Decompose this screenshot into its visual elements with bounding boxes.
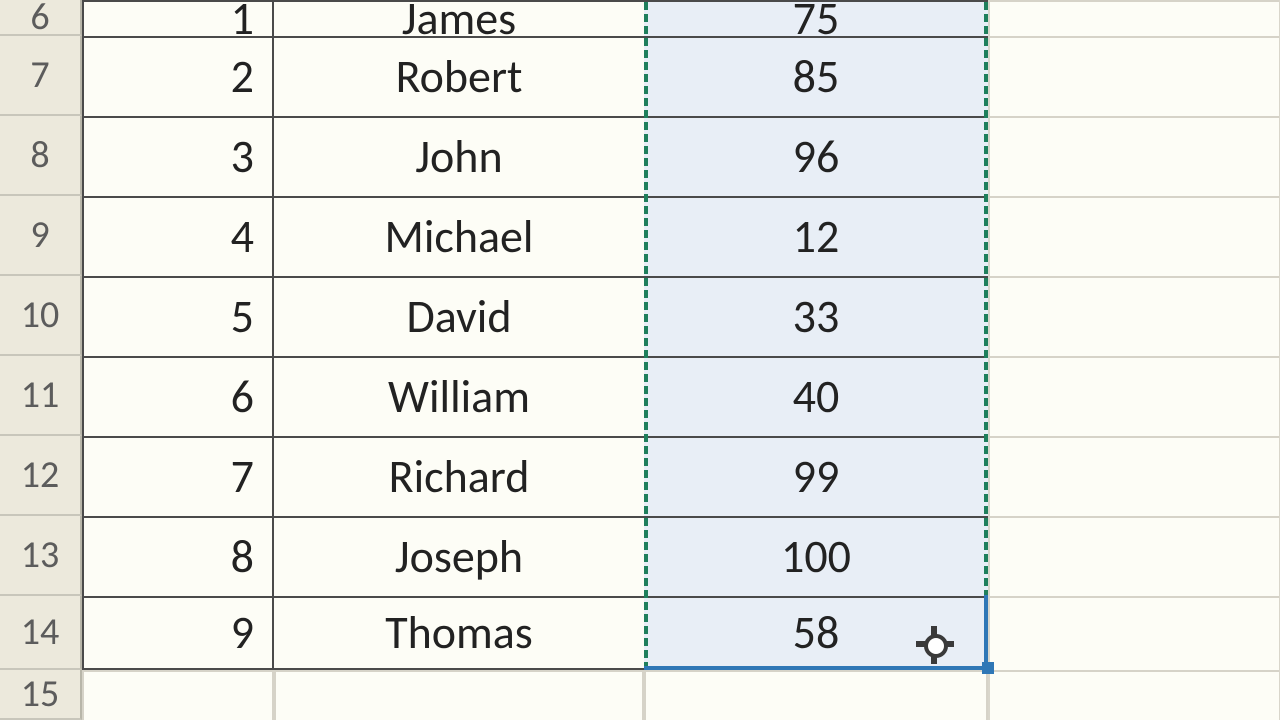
row-header[interactable]: 11 xyxy=(0,356,82,436)
cell-empty[interactable] xyxy=(988,596,1280,670)
table-row: 10 5 David 33 xyxy=(0,276,1280,356)
gridline xyxy=(988,0,990,720)
cell-empty[interactable] xyxy=(82,670,274,720)
cell-index[interactable]: 3 xyxy=(82,116,274,196)
cell-empty[interactable] xyxy=(988,36,1280,116)
table-row: 14 9 Thomas 58 xyxy=(0,596,1280,670)
cell-name[interactable]: John xyxy=(274,116,644,196)
row-header[interactable]: 14 xyxy=(0,596,82,670)
cell-name[interactable]: Thomas xyxy=(274,596,644,670)
cell-empty[interactable] xyxy=(644,670,988,720)
cell-name[interactable]: Richard xyxy=(274,436,644,516)
cell-score[interactable]: 40 xyxy=(644,356,988,436)
cell-empty[interactable] xyxy=(988,516,1280,596)
table-row: 11 6 William 40 xyxy=(0,356,1280,436)
cell-score[interactable]: 96 xyxy=(644,116,988,196)
cell-index[interactable]: 9 xyxy=(82,596,274,670)
cell-index[interactable]: 7 xyxy=(82,436,274,516)
cell-index[interactable]: 8 xyxy=(82,516,274,596)
cell-score[interactable]: 75 xyxy=(644,0,988,36)
cell-name[interactable]: Robert xyxy=(274,36,644,116)
cell-name[interactable]: James xyxy=(274,0,644,36)
cell-score[interactable]: 33 xyxy=(644,276,988,356)
row-header[interactable]: 7 xyxy=(0,36,82,116)
cell-index[interactable]: 5 xyxy=(82,276,274,356)
cell-empty[interactable] xyxy=(988,196,1280,276)
table-row: 7 2 Robert 85 xyxy=(0,36,1280,116)
cell-index[interactable]: 1 xyxy=(82,0,274,36)
cell-name[interactable]: Michael xyxy=(274,196,644,276)
cell-empty[interactable] xyxy=(988,0,1280,36)
row-header[interactable]: 13 xyxy=(0,516,82,596)
fill-handle[interactable] xyxy=(982,662,994,674)
cell-empty[interactable] xyxy=(274,670,644,720)
row-header[interactable]: 10 xyxy=(0,276,82,356)
row-header[interactable]: 15 xyxy=(0,670,82,720)
cell-score[interactable]: 100 xyxy=(644,516,988,596)
cell-score[interactable]: 12 xyxy=(644,196,988,276)
cell-empty[interactable] xyxy=(988,276,1280,356)
cell-cursor-icon xyxy=(918,628,954,664)
cell-score[interactable]: 85 xyxy=(644,36,988,116)
cell-name[interactable]: Joseph xyxy=(274,516,644,596)
row-header[interactable]: 6 xyxy=(0,0,82,36)
cell-index[interactable]: 4 xyxy=(82,196,274,276)
table-row: 8 3 John 96 xyxy=(0,116,1280,196)
spreadsheet-viewport[interactable]: 6 1 James 75 7 2 Robert 85 8 3 John 96 9… xyxy=(0,0,1280,720)
cell-index[interactable]: 6 xyxy=(82,356,274,436)
cell-name[interactable]: William xyxy=(274,356,644,436)
cell-index[interactable]: 2 xyxy=(82,36,274,116)
cell-empty[interactable] xyxy=(988,670,1280,720)
cell-empty[interactable] xyxy=(988,116,1280,196)
cell-empty[interactable] xyxy=(988,356,1280,436)
row-header[interactable]: 12 xyxy=(0,436,82,516)
cell-empty[interactable] xyxy=(988,436,1280,516)
cell-score[interactable]: 99 xyxy=(644,436,988,516)
row-header[interactable]: 9 xyxy=(0,196,82,276)
row-header[interactable]: 8 xyxy=(0,116,82,196)
table-row: 13 8 Joseph 100 xyxy=(0,516,1280,596)
table-row: 12 7 Richard 99 xyxy=(0,436,1280,516)
table-row: 6 1 James 75 xyxy=(0,0,1280,36)
table-row: 15 xyxy=(0,670,1280,720)
table-row: 9 4 Michael 12 xyxy=(0,196,1280,276)
cell-name[interactable]: David xyxy=(274,276,644,356)
